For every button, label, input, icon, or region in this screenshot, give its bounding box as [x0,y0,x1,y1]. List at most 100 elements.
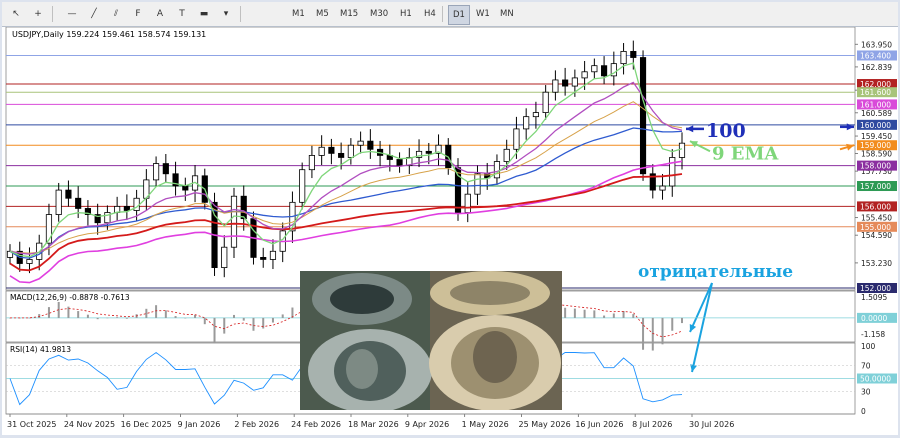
y-tick-label: 162.839 [861,63,892,72]
y-tick-label: 154.590 [861,231,892,240]
x-tick-label: 1 May 2026 [462,420,509,429]
fibo-icon[interactable]: F [128,5,148,23]
candle-body [532,112,539,118]
candle-body [182,185,189,191]
timeframe-d1[interactable]: D1 [448,5,470,25]
timeframe-w1[interactable]: W1 [472,5,494,23]
crosshair-icon[interactable]: + [28,5,48,23]
macd-bar [583,309,586,318]
channel-icon[interactable]: ⫽ [106,5,126,23]
y-tick-label: 163.950 [861,40,892,49]
toolbar-separator [240,6,241,22]
macd-y-label: -1.158 [861,330,885,339]
candle [639,50,647,181]
x-tick-label: 25 May 2026 [519,420,571,429]
macd-bar [96,317,99,320]
toolbar-separator [442,6,443,22]
chart-title: USDJPY,Daily 159.224 159.461 158.574 159… [12,30,206,39]
candle-body [347,144,354,158]
macd-bar [86,314,89,318]
y-tick-label: 158.590 [861,150,892,159]
macd-bar [116,317,119,318]
candle-body [552,79,559,93]
candle-body [162,163,169,175]
candle [299,162,306,210]
macd-bar [281,314,284,318]
x-tick-label: 9 Apr 2026 [405,420,449,429]
candle-body [299,169,306,203]
macd-bar [184,317,187,319]
candle-body [620,50,627,65]
x-tick-label: 30 Jul 2026 [689,420,734,429]
hline-icon[interactable]: — [62,5,82,23]
macd-bar [651,317,654,351]
timeframe-mn[interactable]: MN [496,5,518,23]
candle-body [571,77,578,87]
candle-body [230,195,238,248]
cursor-icon[interactable]: ↖ [6,5,26,23]
macd-bar [622,311,625,318]
timeframe-h4[interactable]: H4 [420,5,440,23]
macd-bar [593,310,596,318]
x-tick-label: 9 Jan 2026 [178,420,221,429]
candle-body [474,173,481,195]
level-tag: 152.000 [857,283,897,293]
candle-body [153,163,160,181]
candle-body [240,195,247,220]
timeframe-m30[interactable]: M30 [366,5,392,23]
level-tag-label: 158.000 [860,162,891,171]
candle-body [464,193,471,213]
rectangle-icon[interactable]: ▬ [194,5,214,23]
timeframe-h1[interactable]: H1 [396,5,416,23]
macd-bar [38,314,41,318]
macd-bar [233,314,235,318]
candle-body [503,148,510,162]
level-tag-label: 157.000 [860,182,891,191]
trendline-icon[interactable]: ╱ [84,5,104,23]
text-icon[interactable]: A [150,5,170,23]
timeframe-m5[interactable]: M5 [312,5,333,23]
level-tag: 160.000 [857,119,897,130]
level-tag-label: 156.000 [860,202,891,211]
x-tick-label: 18 Mar 2026 [348,420,399,429]
level-tag-label: 160.000 [860,121,891,130]
x-tick-label: 24 Nov 2025 [64,420,115,429]
macd-bar [47,307,50,318]
shapes-icon[interactable]: ▾ [216,5,236,23]
rsi-y-label: 100 [861,342,876,351]
rsi-y-label: 30 [861,388,871,397]
macd-bar [661,317,664,345]
candle-body [639,57,647,175]
level-tag-label: 152.000 [860,284,891,293]
macd-bar [174,316,177,318]
level-tag-label: 155.000 [860,223,891,232]
macd-bar [106,317,109,319]
level-tag-label: 161.600 [860,88,891,97]
level-tag: 157.000 [857,181,897,192]
level-tag-label: 161.000 [860,100,891,109]
x-tick-label: 2 Feb 2026 [234,420,279,429]
macd-bar [681,317,683,324]
y-tick-label: 159.450 [861,132,892,141]
candle-body [678,142,686,158]
level-tag: 163.400 [857,50,897,61]
timeframe-m1[interactable]: M1 [288,5,309,23]
candle-body [318,146,325,156]
macd-level-tag: 0.0000 [857,312,897,323]
candle-body [55,189,62,215]
candle-body [591,65,598,73]
label-icon[interactable]: T [172,5,192,23]
timeframe-m15[interactable]: M15 [336,5,362,23]
candle-body [75,197,82,209]
rsi-y-label: 70 [861,362,871,371]
annotation-negative: отрицательные [638,262,793,282]
candle-body [269,250,277,260]
level-tag: 156.000 [857,201,897,212]
level-tag: 155.000 [857,221,897,232]
macd-y-label: 1.5095 [861,293,887,302]
candle-body [425,150,432,154]
terminal-window: ↖ + — ╱ ⫽ F A T ▬ ▾ M1 M5 M15 M30 H1 H4 D1 W1 MN 31 Oct 20… [0,0,900,438]
macd-bar [194,314,197,318]
candle-body [523,116,530,130]
toolbar: ↖ + — ╱ ⫽ F A T ▬ ▾ M1 M5 M15 M30 H1 H4 D1 W1 MN [2,2,898,27]
